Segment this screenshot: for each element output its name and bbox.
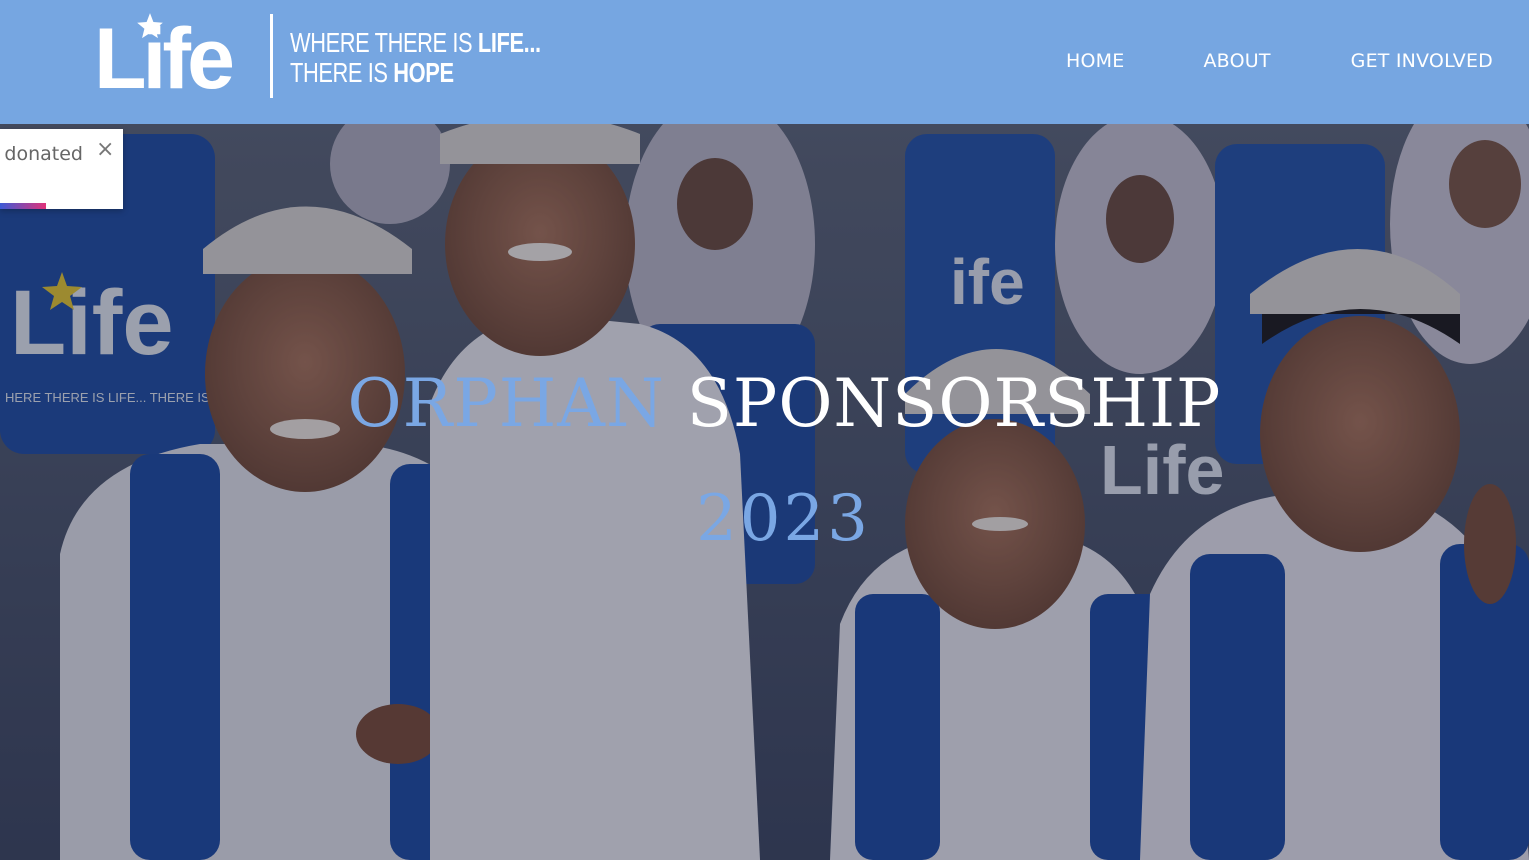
tagline-line1-bold: LIFE... — [477, 27, 541, 58]
hero-title: ORPHAN SPONSORSHIP — [0, 368, 1529, 440]
main-nav: HOME ABOUT GET INVOLVED — [1066, 50, 1493, 72]
tagline-line2-prefix: THERE IS — [290, 57, 394, 88]
close-icon[interactable]: × — [96, 139, 114, 161]
nav-item-get-involved[interactable]: GET INVOLVED — [1351, 50, 1493, 72]
logo[interactable]: Life WHERE THERE IS LIFE... THERE IS HOP… — [94, 12, 564, 102]
logo-divider — [270, 14, 273, 98]
site-header: Life WHERE THERE IS LIFE... THERE IS HOP… — [0, 0, 1529, 124]
toast-progress-bar — [0, 203, 46, 209]
tagline-line1-prefix: WHERE THERE IS — [290, 27, 478, 58]
donation-toast[interactable]: t donated × — [0, 129, 123, 209]
star-icon — [137, 13, 163, 39]
nav-item-about[interactable]: ABOUT — [1203, 50, 1270, 72]
toast-text: t donated — [0, 143, 83, 165]
hero-year: 2023 — [696, 482, 871, 556]
nav-item-home[interactable]: HOME — [1066, 50, 1124, 72]
tagline-line2-bold: HOPE — [393, 57, 454, 88]
hero-banner: Life HERE THERE IS LIFE... THERE IS HOPE… — [0, 124, 1529, 860]
hero-title-part1: ORPHAN — [347, 365, 665, 442]
logo-tagline: WHERE THERE IS LIFE... THERE IS HOPE — [290, 28, 541, 88]
hero-title-part2: SPONSORSHIP — [686, 365, 1222, 442]
